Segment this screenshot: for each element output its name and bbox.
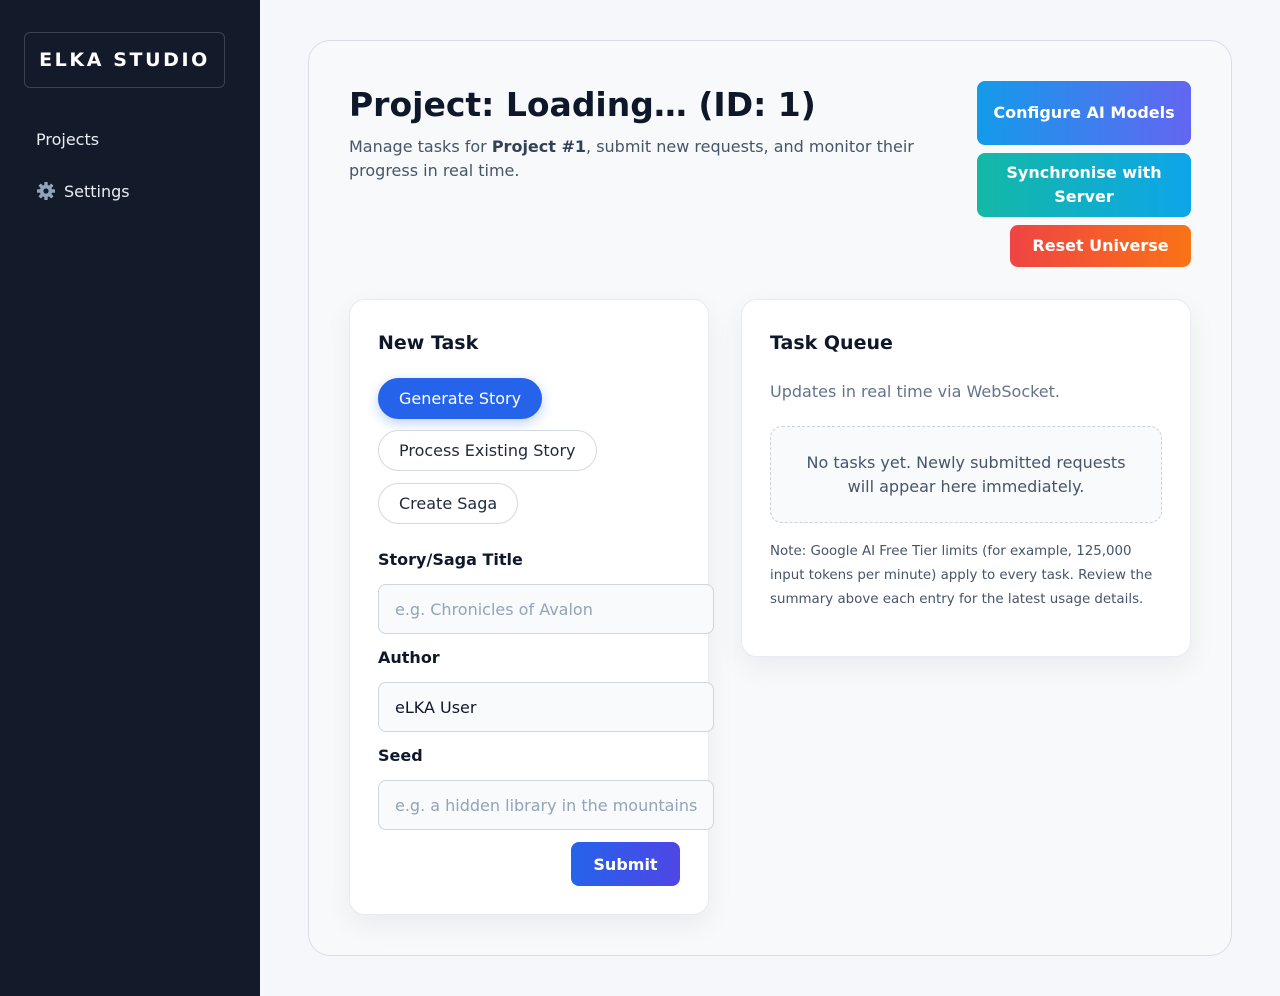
new-task-title: New Task <box>378 332 479 354</box>
mode-create-saga-button[interactable]: Create Saga <box>378 483 519 524</box>
sync-server-button[interactable]: Synchronise with Server <box>977 153 1191 217</box>
title-field-label: Story/Saga Title <box>378 550 523 569</box>
project-panel: Project: Loading… (ID: 1) Manage tasks f… <box>308 40 1232 956</box>
task-queue-card: Task Queue Updates in real time via WebS… <box>741 299 1191 657</box>
mode-generate-story-button[interactable]: Generate Story <box>378 378 543 419</box>
gear-icon <box>36 181 56 201</box>
seed-field-label: Seed <box>378 746 423 765</box>
sidebar-item-projects[interactable]: Projects <box>36 128 99 150</box>
page-description: Manage tasks for Project #1, submit new … <box>349 135 939 183</box>
sidebar-item-settings[interactable]: Settings <box>36 180 130 202</box>
author-field-label: Author <box>378 648 440 667</box>
sidebar-item-label: Projects <box>36 129 100 149</box>
configure-ai-models-button[interactable]: Configure AI Models <box>977 81 1191 145</box>
sidebar: ELKA STUDIO Projects Settings <box>0 0 260 996</box>
author-input[interactable] <box>378 682 714 732</box>
submit-button[interactable]: Submit <box>571 842 680 886</box>
usage-note: Note: Google AI Free Tier limits (for ex… <box>770 544 1153 607</box>
title-input[interactable] <box>378 584 714 634</box>
sidebar-item-label: Settings <box>64 181 130 201</box>
project-name: Project #1 <box>491 137 587 156</box>
page-title: Project: Loading… (ID: 1) <box>349 85 816 124</box>
desc-prefix: Manage tasks for <box>349 137 492 156</box>
new-task-card: New Task Generate Story Process Existing… <box>349 299 714 915</box>
task-queue-title: Task Queue <box>770 332 893 354</box>
task-queue-subtitle: Updates in real time via WebSocket. <box>770 382 1061 401</box>
task-queue-empty-state: No tasks yet. Newly submitted requests w… <box>770 426 1162 523</box>
seed-input[interactable] <box>378 780 714 830</box>
reset-universe-button[interactable]: Reset Universe <box>1010 225 1191 267</box>
brand-logo[interactable]: ELKA STUDIO <box>24 32 225 88</box>
mode-process-existing-story-button[interactable]: Process Existing Story <box>378 430 597 471</box>
